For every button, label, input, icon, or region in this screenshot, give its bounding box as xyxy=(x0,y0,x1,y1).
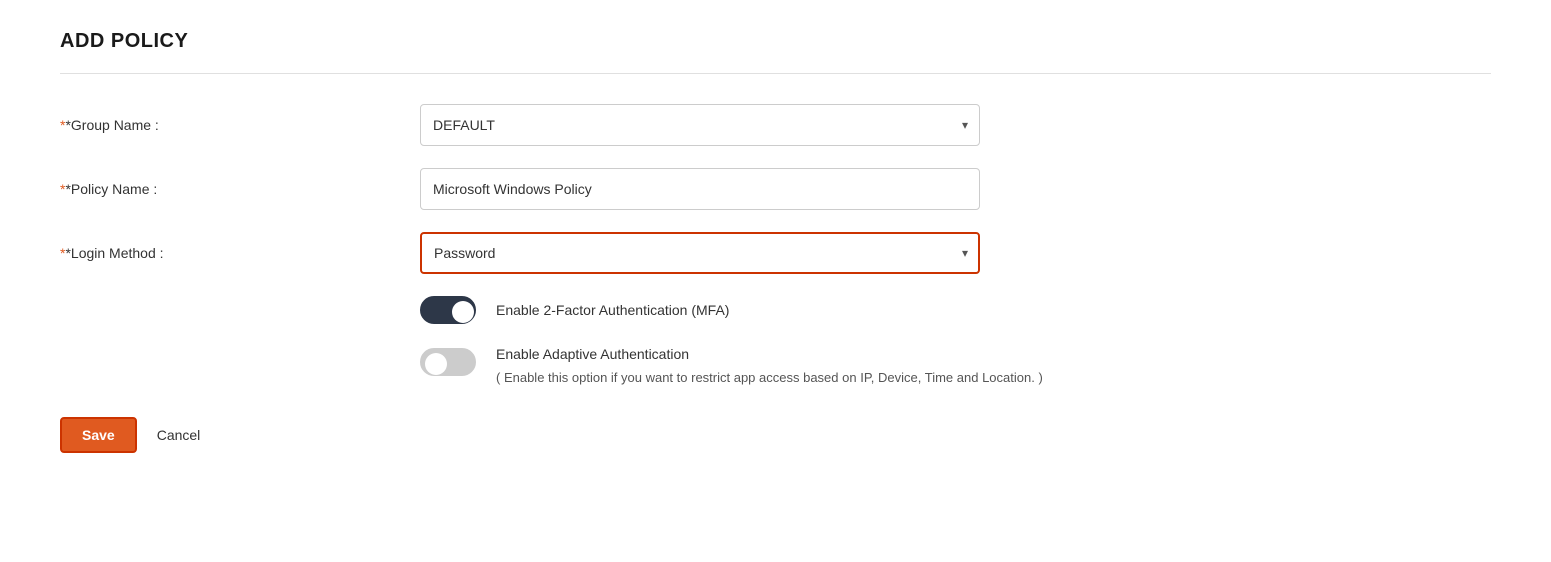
adaptive-info: Enable Adaptive Authentication ( Enable … xyxy=(496,346,1043,385)
group-name-label: **Group Name : xyxy=(60,117,420,133)
save-button[interactable]: Save xyxy=(60,417,137,453)
group-name-row: **Group Name : DEFAULT Group A Group B ▾ xyxy=(60,104,1491,146)
adaptive-toggle-row: Enable Adaptive Authentication ( Enable … xyxy=(420,346,1491,385)
login-method-select-wrapper: Password OTP Passwordless ▾ xyxy=(420,232,980,274)
login-method-select[interactable]: Password OTP Passwordless xyxy=(420,232,980,274)
policy-name-label: **Policy Name : xyxy=(60,181,420,197)
adaptive-description: ( Enable this option if you want to rest… xyxy=(496,370,1043,385)
mfa-toggle-label: Enable 2-Factor Authentication (MFA) xyxy=(496,302,729,318)
adaptive-toggle-knob xyxy=(425,353,447,375)
section-divider xyxy=(60,73,1491,74)
adaptive-toggle-slider xyxy=(420,348,476,376)
login-method-label: **Login Method : xyxy=(60,245,420,261)
policy-name-input[interactable] xyxy=(420,168,980,210)
adaptive-toggle-label: Enable Adaptive Authentication xyxy=(496,346,1043,362)
page-container: ADD POLICY **Group Name : DEFAULT Group … xyxy=(0,0,1551,562)
mfa-toggle-row: Enable 2-Factor Authentication (MFA) xyxy=(420,296,1491,324)
group-name-select[interactable]: DEFAULT Group A Group B xyxy=(420,104,980,146)
group-name-select-wrapper: DEFAULT Group A Group B ▾ xyxy=(420,104,980,146)
adaptive-toggle[interactable] xyxy=(420,348,476,376)
login-method-row: **Login Method : Password OTP Passwordle… xyxy=(60,232,1491,274)
add-policy-form: **Group Name : DEFAULT Group A Group B ▾… xyxy=(60,104,1491,453)
mfa-toggle[interactable] xyxy=(420,296,476,324)
cancel-button[interactable]: Cancel xyxy=(153,419,205,451)
page-title: ADD POLICY xyxy=(60,30,1491,53)
action-row: Save Cancel xyxy=(60,417,1491,453)
mfa-toggle-slider xyxy=(420,296,476,324)
policy-name-row: **Policy Name : xyxy=(60,168,1491,210)
mfa-toggle-knob xyxy=(452,301,474,323)
